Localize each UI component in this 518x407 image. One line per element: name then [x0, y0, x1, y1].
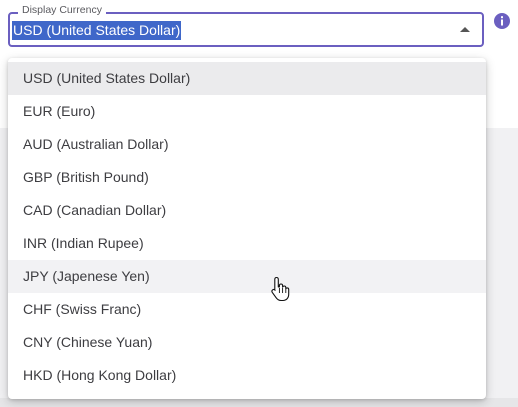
- option-gbp[interactable]: GBP (British Pound): [8, 161, 486, 194]
- hand-pointer-icon: [271, 276, 290, 302]
- option-hkd[interactable]: HKD (Hong Kong Dollar): [8, 359, 486, 392]
- currency-select-value[interactable]: USD (United States Dollar): [12, 21, 182, 40]
- currency-dropdown-menu: USD (United States Dollar) EUR (Euro) AU…: [8, 58, 486, 399]
- background-strip: [0, 398, 518, 407]
- info-icon[interactable]: [493, 12, 511, 30]
- option-cny[interactable]: CNY (Chinese Yuan): [8, 326, 486, 359]
- option-aud[interactable]: AUD (Australian Dollar): [8, 128, 486, 161]
- option-usd[interactable]: USD (United States Dollar): [8, 62, 486, 95]
- option-eur[interactable]: EUR (Euro): [8, 95, 486, 128]
- option-chf[interactable]: CHF (Swiss Franc): [8, 293, 486, 326]
- option-inr[interactable]: INR (Indian Rupee): [8, 227, 486, 260]
- option-jpy[interactable]: JPY (Japenese Yen): [8, 260, 486, 293]
- caret-up-icon[interactable]: [460, 27, 470, 32]
- currency-select-label: Display Currency: [18, 3, 106, 17]
- option-cad[interactable]: CAD (Canadian Dollar): [8, 194, 486, 227]
